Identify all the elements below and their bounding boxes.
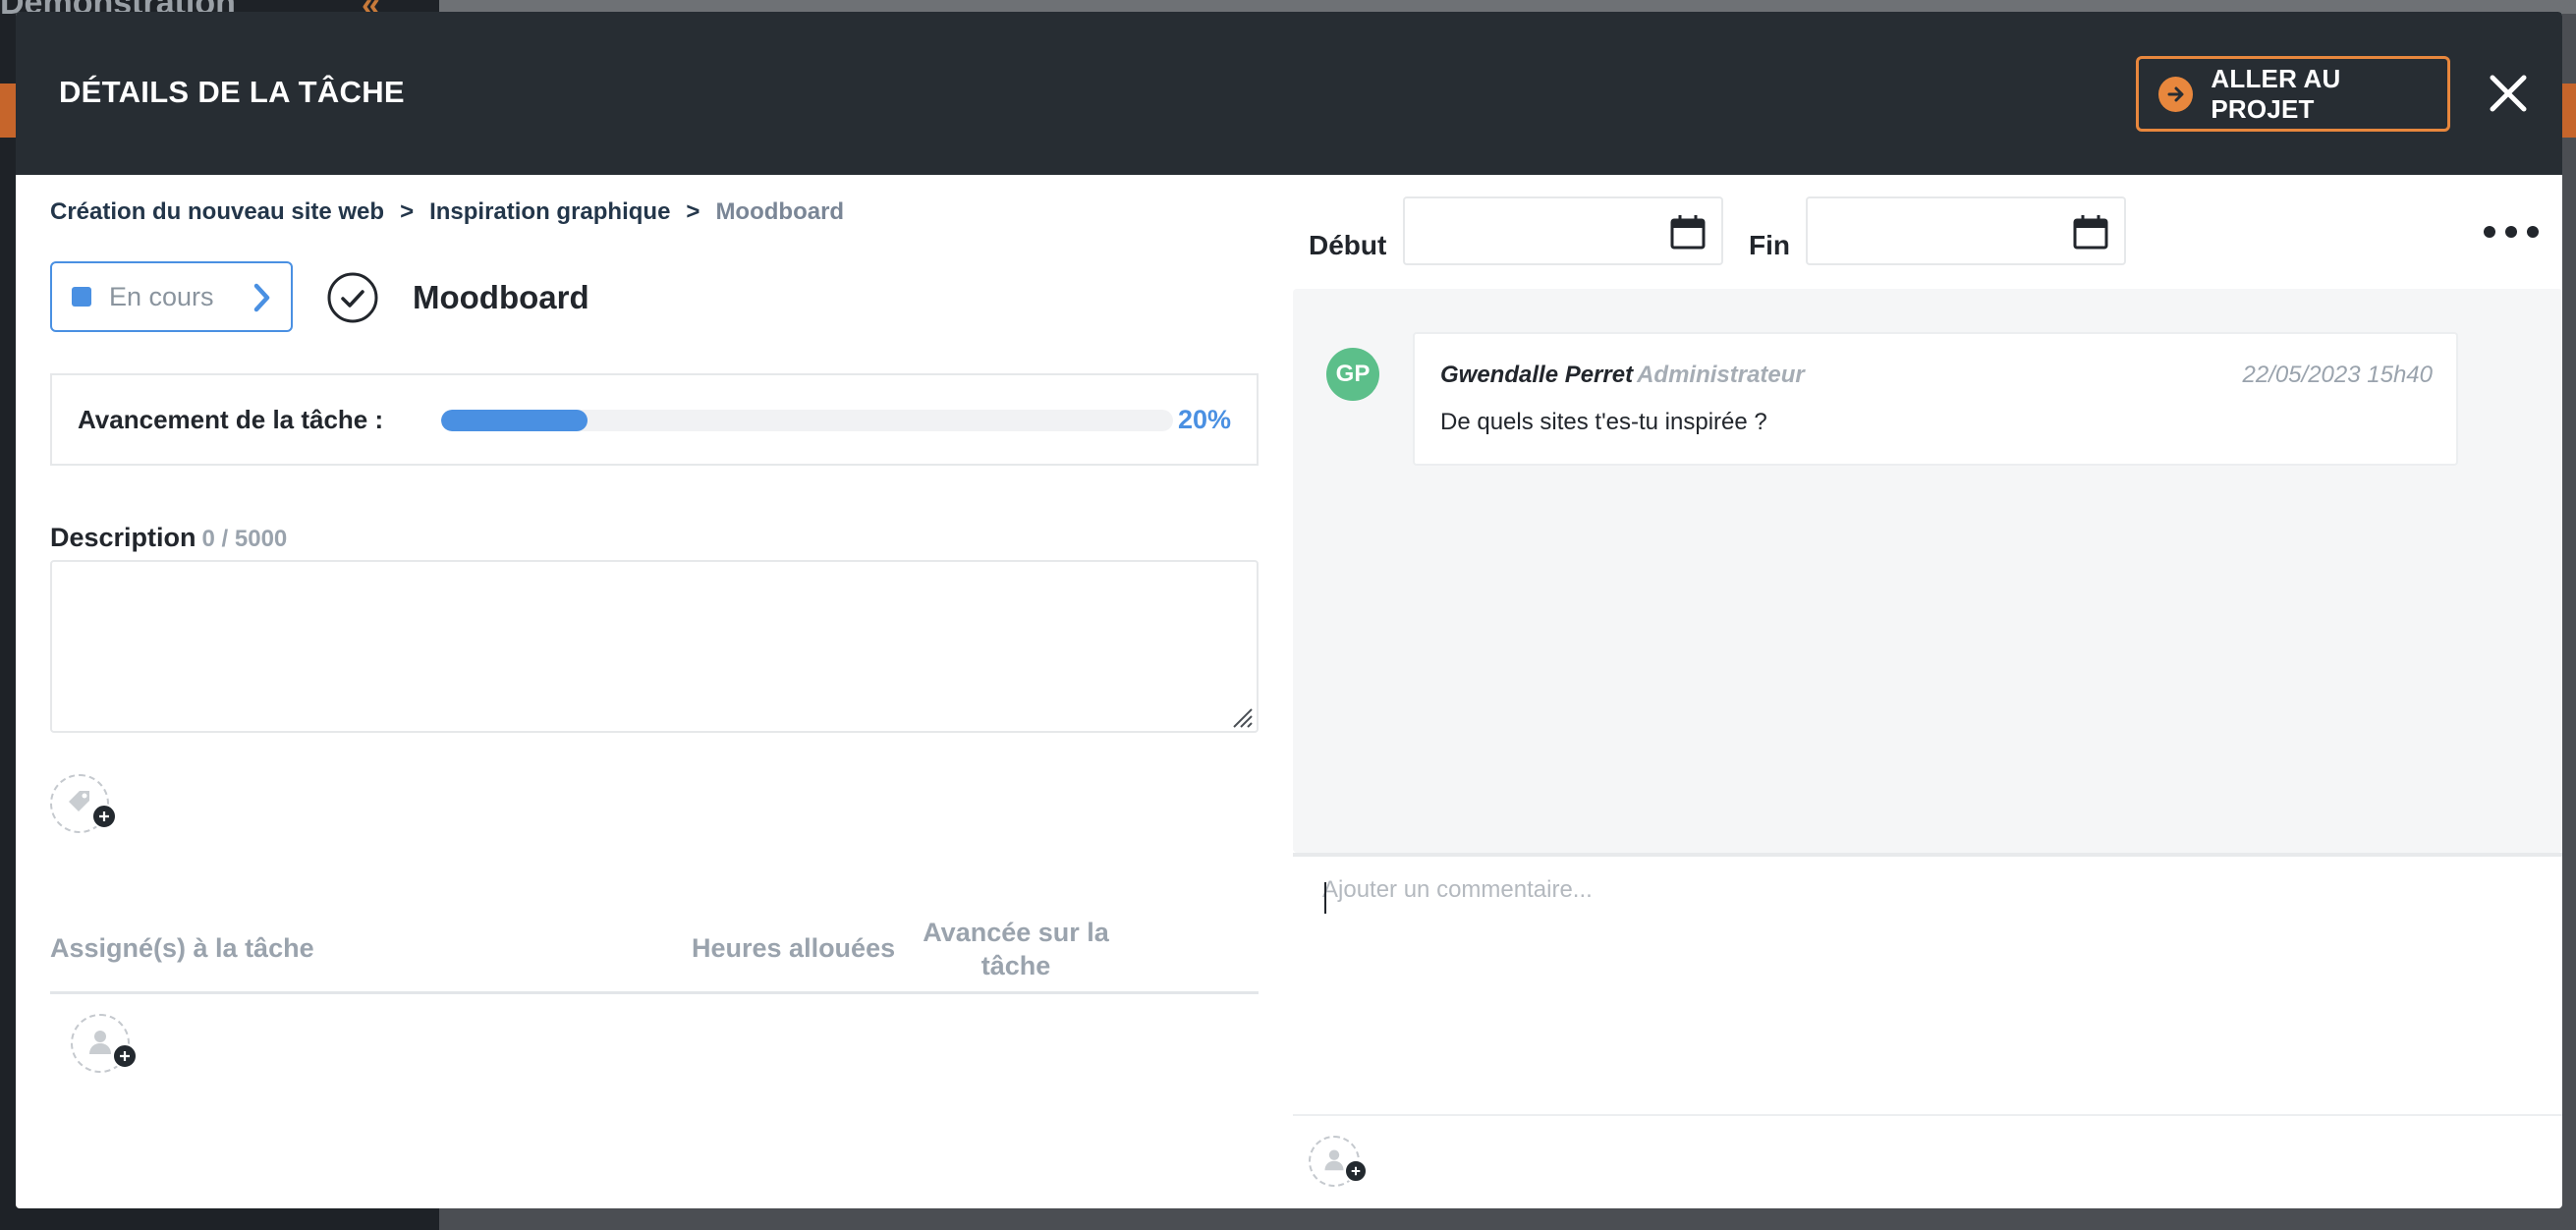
user-icon <box>85 1027 115 1061</box>
calendar-icon <box>1668 212 1708 256</box>
comment-author: Gwendalle Perret <box>1440 362 1634 388</box>
description-char-count: 0 / 5000 <box>201 526 288 552</box>
plus-icon <box>91 804 117 829</box>
column-assigned: Assigné(s) à la tâche <box>50 933 314 963</box>
comment-author-role: Administrateur <box>1637 362 1805 388</box>
status-selector[interactable]: En cours <box>50 261 293 332</box>
plus-icon <box>1344 1159 1368 1183</box>
end-date-field[interactable] <box>1806 196 2126 265</box>
calendar-icon <box>2071 212 2110 256</box>
end-date-label: Fin <box>1749 230 1790 260</box>
comment-date: 22/05/2023 15h40 <box>2242 362 2433 388</box>
comment-footer-divider <box>1293 1114 2562 1116</box>
chevron-right-icon <box>250 281 273 319</box>
status-label: En cours <box>109 281 214 311</box>
progress-fill <box>441 410 588 431</box>
progress-label: Avancement de la tâche : <box>78 405 384 434</box>
progress-slider[interactable] <box>441 410 1173 431</box>
comment-author-line: Gwendalle Perret Administrateur <box>1440 362 1805 389</box>
start-date-field[interactable] <box>1403 196 1723 265</box>
arrow-right-circle-icon <box>2158 76 2194 112</box>
modal-title: DÉTAILS DE LA TÂCHE <box>59 75 405 109</box>
start-date-label: Début <box>1309 230 1387 260</box>
breadcrumb-separator: > <box>400 198 415 225</box>
comments-divider <box>1293 853 2562 857</box>
column-hours: Heures allouées <box>692 933 896 963</box>
avatar: GP <box>1326 348 1379 401</box>
breadcrumb-separator: > <box>686 198 700 225</box>
task-progress: Avancement de la tâche : 20% <box>50 373 1259 466</box>
go-to-project-label: ALLER AU PROJET <box>2211 63 2341 124</box>
description-textarea[interactable] <box>50 560 1259 733</box>
breadcrumb-current: Moodboard <box>715 198 845 225</box>
comment-card: Gwendalle Perret Administrateur 22/05/202… <box>1413 332 2458 466</box>
assignees-table-header: Assigné(s) à la tâche Heures allouées Av… <box>50 914 1259 994</box>
comment-text: De quels sites t'es-tu inspirée ? <box>1440 409 1767 435</box>
comment-input[interactable] <box>1309 867 2547 1122</box>
text-caret <box>1324 882 1326 914</box>
go-to-project-button[interactable]: ALLER AU PROJET <box>2136 56 2450 132</box>
tag-icon <box>66 788 93 820</box>
close-icon[interactable] <box>2484 69 2533 118</box>
task-details-modal: DÉTAILS DE LA TÂCHE ALLER AU PROJET Créa… <box>16 12 2562 1208</box>
progress-value: 20% <box>1177 405 1231 434</box>
add-tag-button[interactable] <box>50 774 117 833</box>
background-accent-right <box>2562 84 2576 138</box>
task-name[interactable]: Moodboard <box>413 279 589 316</box>
complete-task-check-icon[interactable] <box>326 271 379 324</box>
breadcrumb: Création du nouveau site web > Inspiration… <box>50 198 844 226</box>
breadcrumb-parent-task[interactable]: Inspiration graphique <box>429 198 670 225</box>
status-color-square <box>72 287 91 307</box>
add-assignee-button[interactable] <box>71 1014 138 1073</box>
breadcrumb-project[interactable]: Création du nouveau site web <box>50 198 384 225</box>
description-label: Description 0 / 5000 <box>50 523 287 553</box>
modal-header: DÉTAILS DE LA TÂCHE ALLER AU PROJET <box>16 12 2562 175</box>
mention-user-button[interactable] <box>1309 1136 1368 1187</box>
plus-icon <box>112 1043 138 1069</box>
background-accent-left <box>0 84 16 138</box>
column-progress: Avancée sur la tâche <box>923 918 1109 980</box>
more-options-icon[interactable] <box>2484 218 2539 246</box>
resize-grip-icon[interactable] <box>1228 703 1254 729</box>
description-title: Description <box>50 523 196 552</box>
